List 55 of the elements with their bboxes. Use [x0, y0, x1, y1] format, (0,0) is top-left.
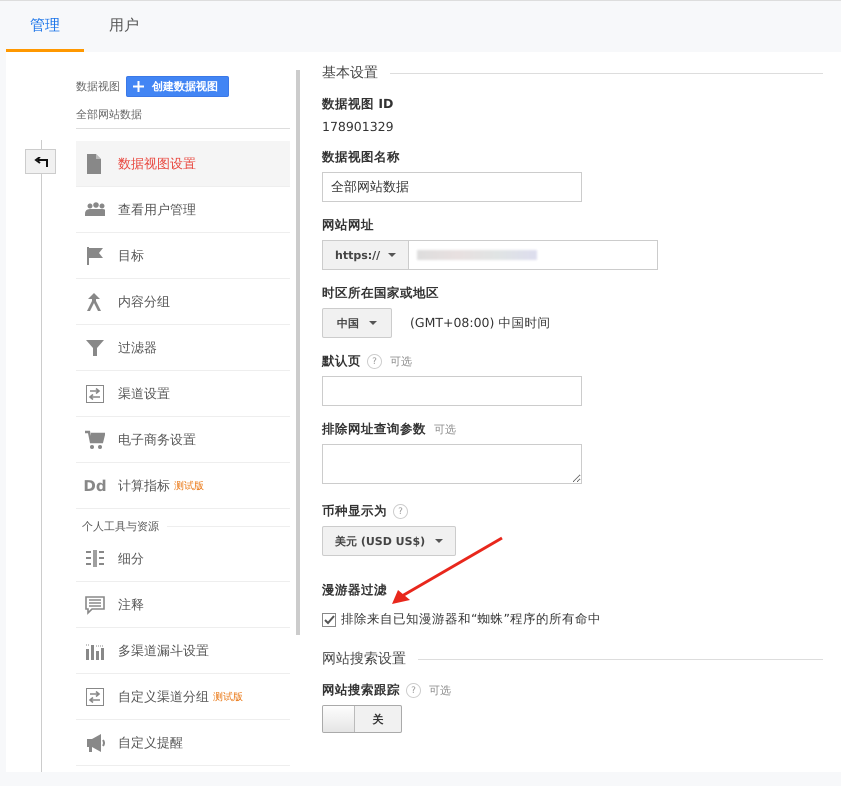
field-label: 排除网址查询参数: [322, 421, 426, 438]
nav-item[interactable]: 查看用户管理: [76, 187, 290, 233]
nav-item[interactable]: 注释: [76, 582, 290, 628]
arrows-box-icon: [85, 686, 105, 706]
field-label: 数据视图 ID: [322, 96, 394, 113]
dropdown[interactable]: 美元 (USD US$): [322, 526, 456, 556]
field-label: 币种显示为: [322, 503, 387, 520]
field-label: 网站搜索跟踪: [322, 682, 400, 699]
flag-icon: [85, 246, 105, 266]
nav-item[interactable]: 自定义提醒: [76, 720, 290, 766]
field-label: 数据视图名称: [322, 149, 400, 166]
field-label: 网站网址: [322, 217, 374, 234]
toggle-switch[interactable]: 关: [322, 705, 402, 733]
nav-item[interactable]: 目标: [76, 233, 290, 279]
nav-item[interactable]: 自定义渠道分组 测试版: [76, 674, 290, 720]
nav-item[interactable]: Dd 计算指标 测试版: [76, 463, 290, 509]
view-label: 数据视图: [76, 79, 120, 94]
comment-icon: [85, 594, 105, 614]
nav-item[interactable]: 过滤器: [76, 325, 290, 371]
section-title: 基本设置: [322, 64, 378, 82]
field-value: 178901329: [322, 119, 395, 134]
create-view-button[interactable]: 创建数据视图: [126, 76, 229, 97]
back-button[interactable]: [25, 149, 56, 174]
optional-label: 可选: [429, 683, 451, 698]
nav-item[interactable]: 渠道设置: [76, 371, 290, 417]
input-field[interactable]: 全部网站数据: [322, 172, 582, 202]
nav-item[interactable]: 数据视图设置: [76, 141, 290, 187]
segment-icon: [85, 548, 105, 568]
arrows-box-icon: [85, 384, 105, 404]
dropdown[interactable]: 中国: [322, 308, 392, 338]
section-title: 网站搜索设置: [322, 650, 406, 668]
timezone-text: (GMT+08:00) 中国时间: [410, 314, 550, 332]
input-field[interactable]: [322, 376, 582, 406]
nav-item[interactable]: 细分: [76, 536, 290, 582]
field-label: 漫游器过滤: [322, 582, 387, 599]
nav-item[interactable]: 电子商务设置: [76, 417, 290, 463]
field-label: 时区所在国家或地区: [322, 285, 439, 302]
plus-icon: [133, 81, 144, 92]
scrollbar[interactable]: [296, 70, 300, 635]
checkbox-label: 排除来自已知漫游器和“蜘蛛”程序的所有命中: [341, 611, 601, 628]
optional-label: 可选: [390, 354, 412, 369]
dd-icon: Dd: [83, 476, 107, 494]
filter-icon: [85, 338, 105, 358]
tab[interactable]: 用户: [85, 1, 163, 52]
megaphone-icon: [85, 732, 105, 752]
section-title: 个人工具与资源: [82, 519, 159, 534]
current-view[interactable]: 全部网站数据: [76, 97, 290, 129]
text-area[interactable]: [322, 444, 582, 484]
checkbox[interactable]: [322, 612, 336, 626]
optional-label: 可选: [434, 422, 456, 437]
nav-item[interactable]: 内容分组: [76, 279, 290, 325]
back-arrow-icon: [34, 156, 48, 166]
nav-item[interactable]: 多渠道漏斗设置: [76, 628, 290, 674]
cart-icon: [85, 430, 105, 450]
field-label: 默认页: [322, 353, 361, 370]
